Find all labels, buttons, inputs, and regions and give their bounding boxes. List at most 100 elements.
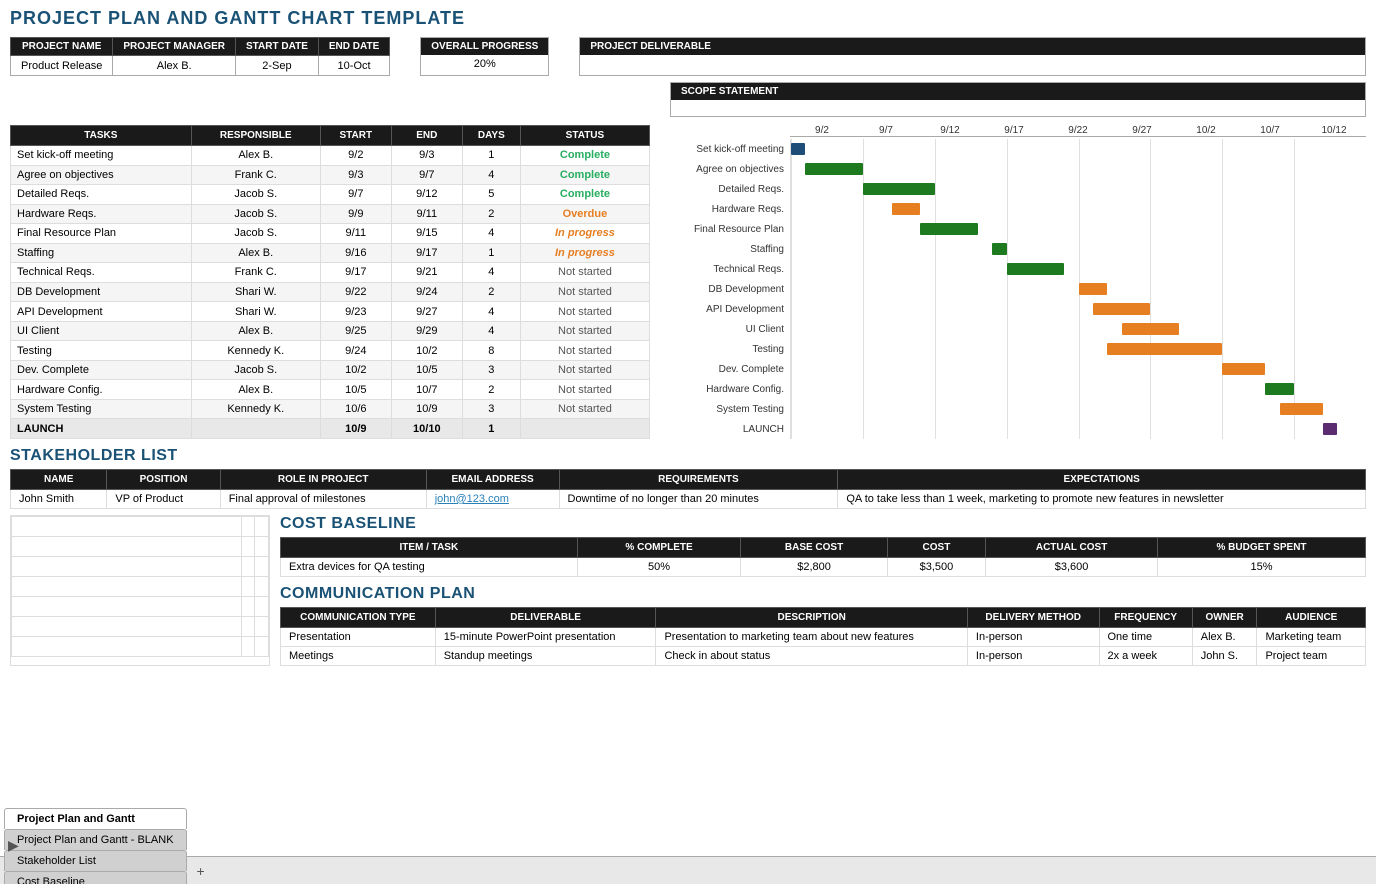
table-row: Detailed Reqs. Jacob S. 9/7 9/12 5 Compl… bbox=[11, 185, 650, 205]
days-cell: 3 bbox=[462, 360, 520, 380]
start-cell: 9/25 bbox=[320, 321, 391, 341]
days-cell: 1 bbox=[462, 243, 520, 263]
days-cell: 1 bbox=[462, 146, 520, 166]
end-cell: 10/10 bbox=[391, 419, 462, 439]
start-cell: 10/6 bbox=[320, 399, 391, 419]
days-cell: 8 bbox=[462, 341, 520, 361]
tasks-col-days: DAYS bbox=[462, 126, 520, 146]
gantt-grid-line bbox=[1007, 359, 1008, 379]
comm-col-deliverable: DELIVERABLE bbox=[435, 608, 656, 628]
stakeholder-title: STAKEHOLDER LIST bbox=[10, 447, 1366, 465]
gantt-grid-line bbox=[863, 259, 864, 279]
gantt-grid-line bbox=[935, 279, 936, 299]
sh-expectations: QA to take less than 1 week, marketing t… bbox=[838, 490, 1366, 509]
gantt-grid-line bbox=[1222, 159, 1223, 179]
sh-email-link[interactable]: john@123.com bbox=[435, 493, 509, 505]
gantt-grid-line bbox=[1007, 219, 1008, 239]
gantt-grid-line bbox=[1007, 279, 1008, 299]
gantt-grid-line bbox=[1150, 419, 1151, 439]
gantt-grid-line bbox=[1222, 419, 1223, 439]
status-cell: Not started bbox=[520, 341, 649, 361]
gantt-row-label: Hardware Config. bbox=[660, 384, 790, 395]
comm-col-frequency: FREQUENCY bbox=[1099, 608, 1192, 628]
cost-cost: $3,500 bbox=[887, 558, 985, 577]
task-name-cell: Detailed Reqs. bbox=[11, 185, 192, 205]
start-cell: 10/5 bbox=[320, 380, 391, 400]
comm-deliverable: Standup meetings bbox=[435, 647, 656, 666]
gantt-grid-line bbox=[791, 319, 792, 339]
gantt-grid-line bbox=[1294, 299, 1295, 319]
gantt-grid-line bbox=[1150, 359, 1151, 379]
gantt-row-chart bbox=[790, 159, 1366, 179]
table-row: API Development Shari W. 9/23 9/27 4 Not… bbox=[11, 302, 650, 322]
table-row: Set kick-off meeting Alex B. 9/2 9/3 1 C… bbox=[11, 146, 650, 166]
gantt-grid-line bbox=[863, 419, 864, 439]
gantt-grid-line bbox=[935, 159, 936, 179]
overall-progress-header: OVERALL PROGRESS bbox=[421, 38, 548, 55]
gantt-grid-line bbox=[1150, 199, 1151, 219]
gantt-grid-line bbox=[935, 399, 936, 419]
gantt-row-label: Detailed Reqs. bbox=[660, 184, 790, 195]
responsible-cell: Alex B. bbox=[191, 146, 320, 166]
tab-item[interactable]: Stakeholder List bbox=[4, 850, 187, 871]
gantt-grid-line bbox=[1079, 179, 1080, 199]
start-cell: 9/2 bbox=[320, 146, 391, 166]
gantt-date-label: 9/2 bbox=[790, 125, 854, 136]
status-cell: Not started bbox=[520, 380, 649, 400]
cost-pct-budget: 15% bbox=[1158, 558, 1366, 577]
gantt-grid-line bbox=[1222, 379, 1223, 399]
gantt-bar bbox=[863, 183, 935, 195]
add-tab-button[interactable]: + bbox=[189, 861, 213, 881]
gantt-row: Testing bbox=[660, 339, 1366, 359]
gantt-row-label: Dev. Complete bbox=[660, 364, 790, 375]
comm-method: In-person bbox=[967, 647, 1099, 666]
tasks-col-status: STATUS bbox=[520, 126, 649, 146]
bottom-sections: STAKEHOLDER LIST NAME POSITION ROLE IN P… bbox=[10, 447, 1366, 666]
deliverable-content bbox=[580, 55, 1365, 75]
status-cell: Not started bbox=[520, 282, 649, 302]
responsible-cell: Alex B. bbox=[191, 321, 320, 341]
gantt-grid-line bbox=[1079, 199, 1080, 219]
responsible-cell: Jacob S. bbox=[191, 185, 320, 205]
stakeholder-table: NAME POSITION ROLE IN PROJECT EMAIL ADDR… bbox=[10, 469, 1366, 509]
gantt-grid-line bbox=[1222, 339, 1223, 359]
gantt-row-chart bbox=[790, 239, 1366, 259]
status-cell: Complete bbox=[520, 185, 649, 205]
gantt-grid-line bbox=[1222, 279, 1223, 299]
gantt-grid-line bbox=[863, 299, 864, 319]
table-row: John Smith VP of Product Final approval … bbox=[11, 490, 1366, 509]
gantt-grid-line bbox=[1007, 139, 1008, 159]
tabs-container: Project Plan and GanttProject Plan and G… bbox=[4, 808, 189, 884]
gantt-grid-line bbox=[935, 379, 936, 399]
cost-col-pct-complete: % COMPLETE bbox=[577, 538, 741, 558]
tab-item[interactable]: Project Plan and Gantt bbox=[4, 808, 187, 829]
table-row: Technical Reqs. Frank C. 9/17 9/21 4 Not… bbox=[11, 263, 650, 283]
days-cell: 4 bbox=[462, 165, 520, 185]
gantt-grid-line bbox=[935, 339, 936, 359]
gantt-grid-line bbox=[791, 159, 792, 179]
gantt-row: Staffing bbox=[660, 239, 1366, 259]
gantt-grid-line bbox=[1079, 359, 1080, 379]
end-cell: 10/9 bbox=[391, 399, 462, 419]
tab-item[interactable]: Project Plan and Gantt - BLANK bbox=[4, 829, 187, 850]
start-cell: 10/9 bbox=[320, 419, 391, 439]
gantt-grid-line bbox=[935, 199, 936, 219]
gantt-grid-line bbox=[1294, 319, 1295, 339]
gantt-grid-line bbox=[935, 239, 936, 259]
tab-item[interactable]: Cost Baseline bbox=[4, 871, 187, 884]
gantt-grid-line bbox=[1007, 399, 1008, 419]
comm-audience: Marketing team bbox=[1257, 628, 1366, 647]
gantt-date-label: 9/22 bbox=[1046, 125, 1110, 136]
task-name-cell: Agree on objectives bbox=[11, 165, 192, 185]
gantt-grid-line bbox=[1007, 339, 1008, 359]
gantt-grid-line bbox=[1079, 339, 1080, 359]
gantt-grid-line bbox=[1222, 219, 1223, 239]
gantt-row-label: System Testing bbox=[660, 404, 790, 415]
gantt-row-chart bbox=[790, 139, 1366, 159]
task-name-cell: Hardware Reqs. bbox=[11, 204, 192, 224]
scroll-left-arrow[interactable]: ▶ bbox=[8, 837, 19, 854]
gantt-grid-line bbox=[1079, 319, 1080, 339]
gantt-grid-line bbox=[1150, 379, 1151, 399]
start-cell: 9/7 bbox=[320, 185, 391, 205]
gantt-grid-line bbox=[1294, 339, 1295, 359]
